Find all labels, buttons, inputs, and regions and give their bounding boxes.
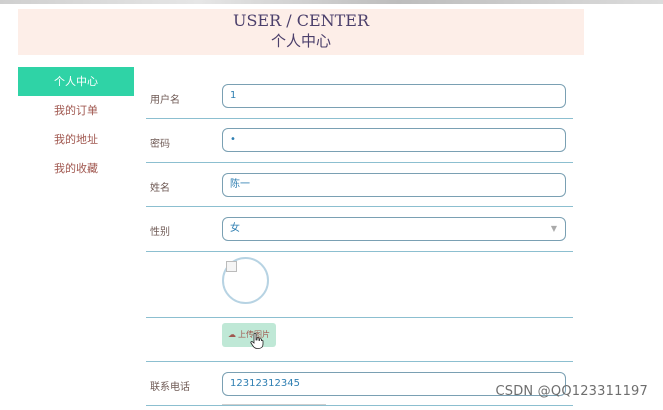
username-label: 用户名: [150, 95, 180, 106]
gender-label: 性别: [150, 227, 170, 238]
chevron-down-icon: ▼: [550, 224, 557, 233]
sidebar: 个人中心 我的订单 我的地址 我的收藏: [18, 67, 134, 183]
password-label: 密码: [150, 139, 170, 150]
phone-label: 联系电话: [150, 382, 190, 393]
form-row-username: 用户名 1: [146, 77, 573, 119]
sidebar-item-my-address[interactable]: 我的地址: [18, 125, 134, 154]
browser-top-strip: [0, 0, 663, 4]
form-row-name: 姓名 陈一: [146, 163, 573, 207]
page-header: USER / CENTER 个人中心: [18, 9, 584, 55]
gender-select[interactable]: 女 ▼: [222, 217, 566, 241]
sidebar-item-personal-center[interactable]: 个人中心: [18, 67, 134, 96]
password-input[interactable]: •: [222, 128, 566, 152]
sidebar-item-my-orders[interactable]: 我的订单: [18, 96, 134, 125]
form-row-avatar: [146, 252, 573, 318]
form-row-upload: [146, 318, 573, 362]
next-field-hint: [222, 404, 326, 410]
watermark: CSDN @QQ123311197: [495, 384, 648, 399]
broken-image-icon: [226, 261, 237, 272]
name-input[interactable]: 陈一: [222, 173, 566, 197]
page-title-zh: 个人中心: [270, 32, 331, 50]
upload-image-button[interactable]: ☁上传图片: [222, 323, 276, 347]
user-form: 用户名 1 密码 • 姓名 陈一 性别 女 ▼ 联系电话 12312312345…: [146, 77, 573, 406]
page-title-en: USER / CENTER: [232, 11, 370, 30]
sidebar-item-my-favorites[interactable]: 我的收藏: [18, 154, 134, 183]
cloud-upload-icon: ☁: [228, 330, 236, 339]
form-row-gender: 性别 女 ▼: [146, 207, 573, 252]
gender-value: 女: [230, 223, 240, 234]
hand-pointer-icon: [250, 333, 264, 349]
avatar[interactable]: [222, 257, 269, 304]
form-row-password: 密码 •: [146, 119, 573, 163]
name-label: 姓名: [150, 183, 170, 194]
username-input[interactable]: 1: [222, 84, 566, 108]
